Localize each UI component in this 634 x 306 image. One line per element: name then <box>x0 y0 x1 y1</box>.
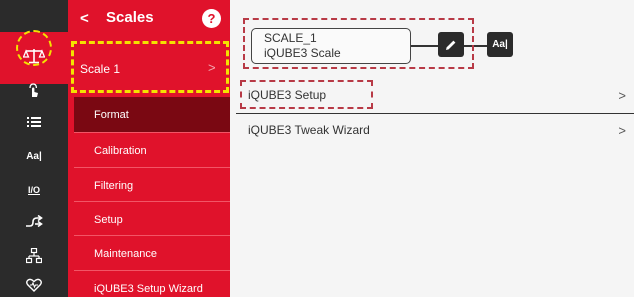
route-icon[interactable] <box>0 210 68 234</box>
menu-header: < Scales ? <box>68 0 230 36</box>
submenu-item-calibration[interactable]: Calibration <box>74 133 230 168</box>
submenu-item-filtering[interactable]: Filtering <box>74 168 230 203</box>
chevron-right-icon: > <box>618 123 626 138</box>
sidebar: Aa| I/O <box>0 0 68 297</box>
submenu-item-setup-wizard[interactable]: iQUBE3 Setup Wizard <box>74 271 230 306</box>
list-icon[interactable] <box>0 110 68 134</box>
row-iqube3-tweak-wizard[interactable]: iQUBE3 Tweak Wizard > <box>248 123 634 141</box>
submenu-item-maintenance[interactable]: Maintenance <box>74 236 230 271</box>
annotation-box-setup <box>240 80 373 109</box>
network-icon[interactable] <box>0 244 68 268</box>
io-icon[interactable]: I/O <box>0 178 68 202</box>
menu-title: Scales <box>106 9 154 26</box>
submenu-item-format[interactable]: Format <box>74 97 230 132</box>
submenu-label: iQUBE3 Setup Wizard <box>94 283 203 295</box>
text-format-button[interactable]: Aa| <box>487 32 513 57</box>
touch-icon[interactable] <box>0 78 68 102</box>
highlight-rectangle <box>71 41 229 93</box>
chevron-right-icon: > <box>618 88 626 103</box>
submenu-label: Format <box>94 109 129 121</box>
row-label: iQUBE3 Tweak Wizard <box>248 123 370 137</box>
submenu-label: Calibration <box>94 145 147 157</box>
help-icon[interactable]: ? <box>202 9 221 28</box>
heart-icon[interactable] <box>0 273 68 297</box>
highlight-circle <box>16 30 52 66</box>
submenu-label: Filtering <box>94 180 134 192</box>
back-chevron-icon[interactable]: < <box>80 10 89 27</box>
annotation-box-scale <box>243 18 474 69</box>
row-divider <box>236 113 634 114</box>
text-format-icon[interactable]: Aa| <box>0 144 68 168</box>
submenu-item-setup[interactable]: Setup <box>74 202 230 237</box>
submenu-label: Maintenance <box>94 248 157 260</box>
submenu-label: Setup <box>94 214 123 226</box>
